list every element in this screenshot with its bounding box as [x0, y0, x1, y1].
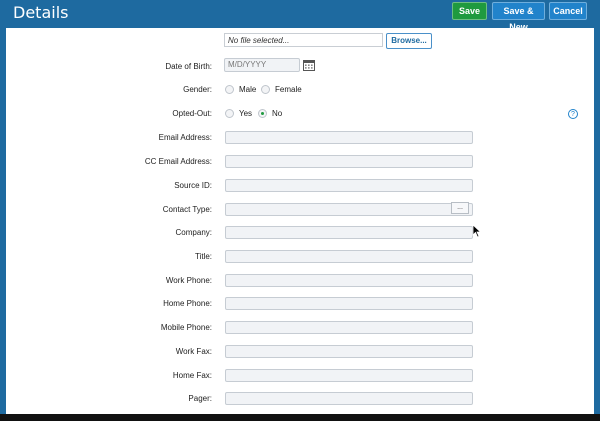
frame-bottom-border — [0, 414, 600, 421]
header-bar: Details Save Save & New Cancel — [0, 0, 600, 32]
opted-out-yes-label: Yes — [239, 109, 253, 118]
frame-right-border — [594, 28, 600, 421]
cc-email-address-label: CC Email Address: — [144, 157, 212, 166]
opted-out-label: Opted-Out: — [172, 109, 212, 118]
gender-female-radio[interactable] — [261, 85, 270, 94]
work-phone-label: Work Phone: — [165, 276, 212, 285]
work-phone-input[interactable] — [225, 274, 473, 287]
email-address-label: Email Address: — [158, 133, 212, 142]
work-fax-input[interactable] — [225, 345, 473, 358]
home-fax-input[interactable] — [225, 369, 473, 382]
home-phone-label: Home Phone: — [163, 299, 212, 308]
contact-type-label: Contact Type: — [162, 205, 212, 214]
save-and-new-button[interactable]: Save & New — [492, 2, 545, 32]
cc-email-address-input[interactable] — [225, 155, 473, 168]
pager-input[interactable] — [225, 392, 473, 405]
home-fax-label: Home Fax: — [172, 371, 212, 380]
work-fax-label: Work Fax: — [175, 347, 212, 356]
save-button[interactable]: Save — [452, 2, 487, 20]
opted-out-yes-radio[interactable] — [225, 109, 234, 118]
mobile-phone-label: Mobile Phone: — [160, 323, 212, 332]
browse-button[interactable]: Browse... — [386, 33, 432, 49]
dob-label: Date of Birth: — [165, 62, 212, 71]
gender-male-radio[interactable] — [225, 85, 234, 94]
pager-label: Pager: — [188, 394, 212, 403]
contact-type-lookup-button[interactable]: ... — [451, 202, 469, 214]
mouse-pointer-icon — [472, 224, 482, 238]
company-label: Company: — [175, 228, 212, 237]
cancel-button[interactable]: Cancel — [549, 2, 587, 20]
home-phone-input[interactable] — [225, 297, 473, 310]
opted-out-no-label: No — [272, 109, 283, 118]
gender-male-label: Male — [239, 85, 257, 94]
email-address-input[interactable] — [225, 131, 473, 144]
opted-out-no-radio[interactable] — [258, 109, 267, 118]
gender-label: Gender: — [183, 85, 212, 94]
page-title: Details — [13, 3, 69, 22]
source-id-input[interactable] — [225, 179, 473, 192]
company-input[interactable] — [225, 226, 473, 239]
source-id-label: Source ID: — [174, 181, 212, 190]
title-input[interactable] — [225, 250, 473, 263]
gender-female-label: Female — [275, 85, 302, 94]
contact-type-input[interactable] — [225, 203, 473, 216]
help-icon[interactable]: ? — [568, 109, 578, 119]
dob-input[interactable]: M/D/YYYY — [224, 58, 300, 72]
mobile-phone-input[interactable] — [225, 321, 473, 334]
calendar-icon[interactable] — [303, 59, 315, 71]
file-name-display: No file selected... — [224, 33, 383, 47]
title-label: Title: — [194, 252, 212, 261]
